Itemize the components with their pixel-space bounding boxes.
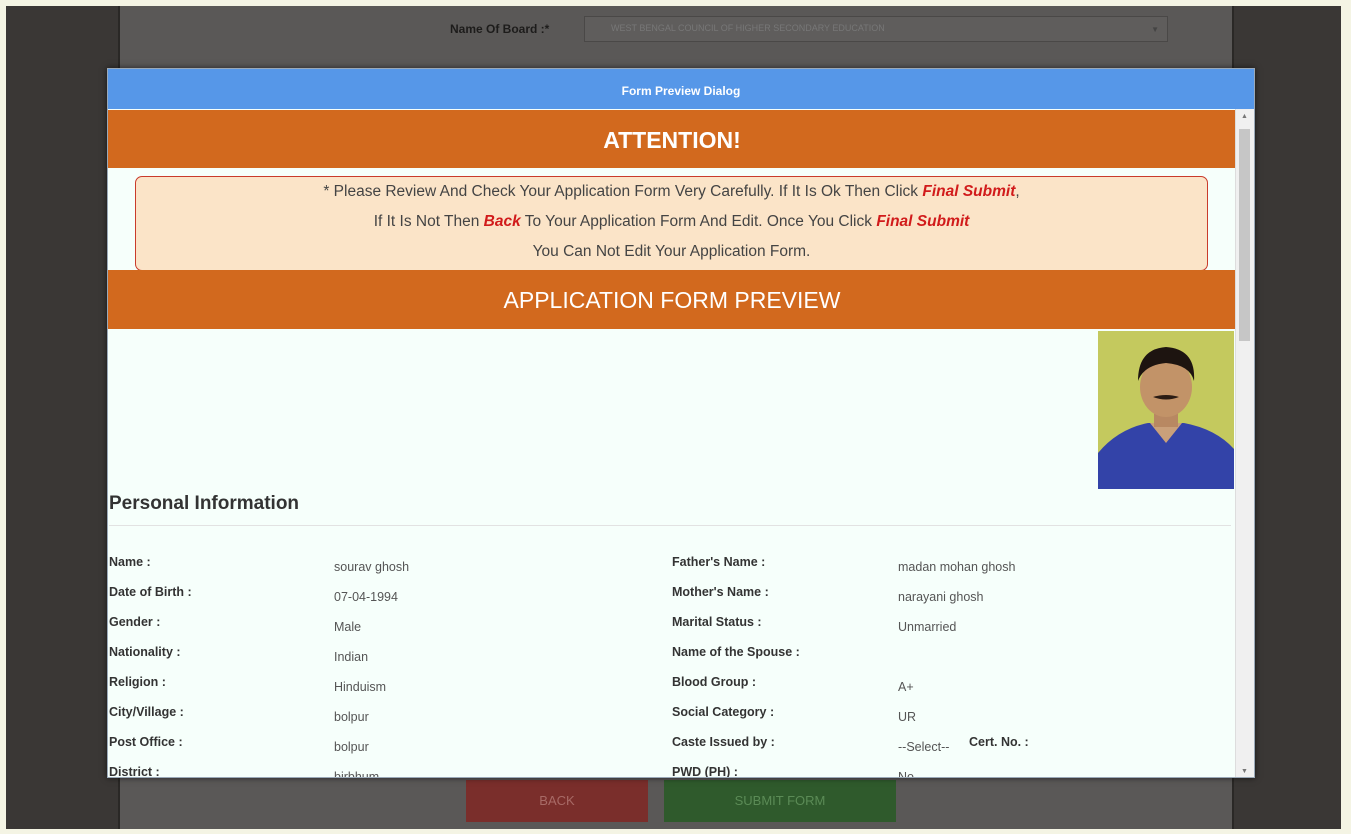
field-label: Religion :	[109, 675, 166, 689]
notice-text: If It Is Not Then	[373, 213, 484, 230]
cert-no-label: Cert. No. :	[969, 735, 1029, 749]
notice-text: ,	[1015, 183, 1020, 200]
attention-banner: ATTENTION!	[108, 110, 1236, 168]
field-value: 07-04-1994	[334, 590, 398, 604]
scroll-up-icon[interactable]: ▲	[1241, 113, 1248, 120]
back-emphasis: Back	[483, 213, 521, 230]
field-value: Indian	[334, 650, 369, 664]
notice-text: * Please Review And Check Your Applicati…	[323, 183, 923, 200]
field-value: A+	[898, 680, 914, 694]
info-row: District : birbhum PWD (PH) : No	[109, 765, 1229, 777]
info-row: Religion : Hinduism Blood Group : A+	[109, 675, 1229, 705]
field-value: bolpur	[334, 740, 369, 754]
caret-down-icon: ▼	[1151, 25, 1159, 34]
info-row: Name : sourav ghosh Father's Name : mada…	[109, 555, 1229, 585]
notice-line-1: * Please Review And Check Your Applicati…	[136, 177, 1207, 207]
review-notice: * Please Review And Check Your Applicati…	[135, 176, 1208, 271]
field-value: Hinduism	[334, 680, 387, 694]
form-preview-dialog: Form Preview Dialog ATTENTION! * Please …	[107, 68, 1255, 778]
info-row: Gender : Male Marital Status : Unmarried	[109, 615, 1229, 645]
field-value: narayani ghosh	[898, 590, 984, 604]
board-label: Name Of Board :*	[450, 22, 550, 36]
field-value: birbhum	[334, 770, 380, 777]
applicant-photo	[1098, 331, 1234, 489]
field-label: Social Category :	[672, 705, 775, 719]
info-row: Post Office : bolpur Caste Issued by : -…	[109, 735, 1229, 765]
notice-line-2: If It Is Not Then Back To Your Applicati…	[136, 207, 1207, 237]
final-submit-emphasis: Final Submit	[876, 213, 970, 230]
submit-form-button[interactable]: SUBMIT FORM	[664, 780, 896, 822]
field-label: PWD (PH) :	[672, 765, 738, 777]
notice-text: To Your Application Form And Edit. Once …	[520, 213, 877, 230]
dialog-scrollbar[interactable]: ▲ ▼	[1235, 109, 1254, 777]
field-value: UR	[898, 710, 917, 724]
field-label: City/Village :	[109, 705, 184, 719]
back-button[interactable]: BACK	[466, 780, 648, 822]
frame-right	[1341, 0, 1351, 834]
notice-line-3: You Can Not Edit Your Application Form.	[532, 243, 811, 260]
frame-bottom	[0, 829, 1351, 834]
field-label: Blood Group :	[672, 675, 757, 689]
frame-top	[0, 0, 1351, 6]
dialog-title[interactable]: Form Preview Dialog	[108, 69, 1254, 109]
field-label: Name of the Spouse :	[672, 645, 800, 659]
field-value: --Select--	[898, 740, 950, 754]
field-label: Post Office :	[109, 735, 183, 749]
field-label: Father's Name :	[672, 555, 766, 569]
field-label: District :	[109, 765, 160, 777]
field-label: Marital Status :	[672, 615, 762, 629]
section-divider	[109, 525, 1231, 526]
final-submit-emphasis: Final Submit	[922, 183, 1016, 200]
info-row: City/Village : bolpur Social Category : …	[109, 705, 1229, 735]
field-value: No	[898, 770, 914, 777]
application-preview-banner: APPLICATION FORM PREVIEW	[108, 270, 1236, 329]
scroll-down-icon[interactable]: ▼	[1241, 768, 1248, 775]
field-label: Caste Issued by :	[672, 735, 775, 749]
personal-info-table: Name : sourav ghosh Father's Name : mada…	[109, 555, 1229, 777]
field-value: Unmarried	[898, 620, 957, 634]
frame-left	[0, 0, 6, 834]
field-label: Name :	[109, 555, 151, 569]
board-select[interactable]: WEST BENGAL COUNCIL OF HIGHER SECONDARY …	[584, 16, 1168, 42]
field-value: bolpur	[334, 710, 369, 724]
personal-information-heading: Personal Information	[109, 493, 300, 514]
scroll-thumb[interactable]	[1239, 129, 1250, 341]
info-row: Nationality : Indian Name of the Spouse …	[109, 645, 1229, 675]
dialog-body: ATTENTION! * Please Review And Check You…	[108, 109, 1236, 777]
field-label: Nationality :	[109, 645, 181, 659]
field-value: madan mohan ghosh	[898, 560, 1016, 574]
field-label: Date of Birth :	[109, 585, 192, 599]
board-select-value: WEST BENGAL COUNCIL OF HIGHER SECONDARY …	[611, 23, 885, 33]
field-value: Male	[334, 620, 362, 634]
info-row: Date of Birth : 07-04-1994 Mother's Name…	[109, 585, 1229, 615]
field-value: sourav ghosh	[334, 560, 410, 574]
field-label: Gender :	[109, 615, 161, 629]
field-label: Mother's Name :	[672, 585, 769, 599]
